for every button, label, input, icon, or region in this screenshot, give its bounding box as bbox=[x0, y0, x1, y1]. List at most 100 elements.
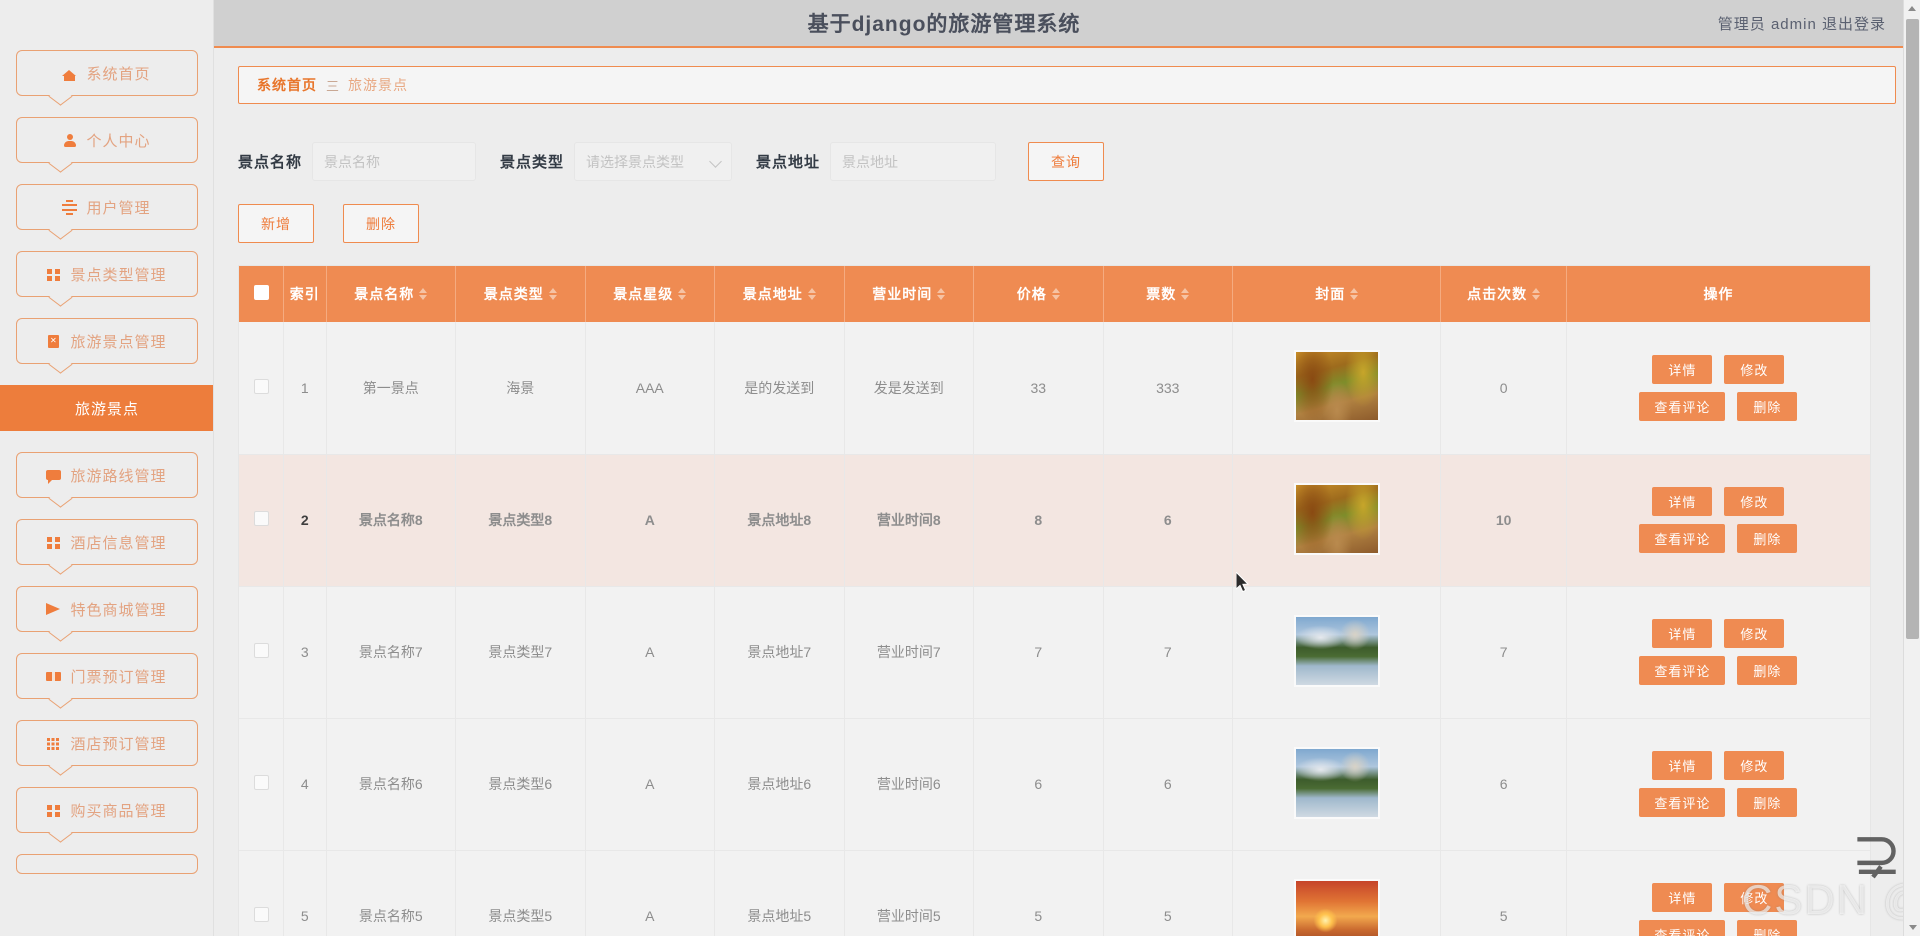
table-header: 索引 景点名称 景点类型 景点星级 景点地址 营业时间 价格 票数 封面 点击次… bbox=[239, 266, 1870, 322]
column-tickets[interactable]: 票数 bbox=[1103, 266, 1233, 322]
view-comments-button[interactable]: 查看评论 bbox=[1639, 524, 1726, 553]
column-name[interactable]: 景点名称 bbox=[326, 266, 456, 322]
cover-thumbnail[interactable] bbox=[1293, 614, 1380, 687]
cell-tickets: 7 bbox=[1103, 586, 1233, 719]
sidebar-item-spots-active[interactable]: 旅游景点 bbox=[0, 385, 213, 431]
sort-icon[interactable] bbox=[807, 288, 816, 300]
column-hours[interactable]: 营业时间 bbox=[844, 266, 974, 322]
spot-type-select[interactable]: 请选择景点类型 bbox=[574, 142, 733, 181]
row-select-cell bbox=[239, 454, 285, 587]
edit-button[interactable]: 修改 bbox=[1724, 354, 1785, 384]
delete-row-button[interactable]: 删除 bbox=[1737, 656, 1798, 685]
table-row[interactable]: 1 第一景点 海景 AAA 是的发送到 发是发送到 33 333 0 详情 修改 查看评论 删除 bbox=[239, 322, 1870, 455]
sidebar-item-spot-type-management[interactable]: 景点类型管理 bbox=[15, 251, 198, 297]
query-button[interactable]: 查询 bbox=[1028, 142, 1105, 181]
logout-button[interactable]: 退出登录 bbox=[1822, 16, 1886, 33]
delete-row-button[interactable]: 删除 bbox=[1737, 524, 1798, 553]
table-row[interactable]: 4 景点名称6 景点类型6 A 景点地址6 营业时间6 6 6 6 详情 修改 查看评论 删除 bbox=[239, 718, 1870, 851]
cover-thumbnail[interactable] bbox=[1293, 482, 1380, 555]
row-checkbox[interactable] bbox=[253, 775, 269, 790]
table-row[interactable]: 2 景点名称8 景点类型8 A 景点地址8 营业时间8 8 6 10 详情 修改 查看评论 删除 bbox=[239, 454, 1870, 587]
edit-button[interactable]: 修改 bbox=[1724, 487, 1785, 516]
sort-icon[interactable] bbox=[937, 288, 946, 300]
grid9-icon bbox=[46, 736, 61, 751]
detail-button[interactable]: 详情 bbox=[1652, 354, 1713, 384]
delete-row-button[interactable]: 删除 bbox=[1737, 920, 1798, 936]
row-select-cell bbox=[239, 718, 285, 851]
select-all-header bbox=[239, 266, 285, 322]
cell-operations: 详情 修改查看评论 删除 bbox=[1566, 454, 1870, 587]
sort-icon[interactable] bbox=[1350, 288, 1359, 300]
sidebar-item-next-partial[interactable] bbox=[15, 854, 198, 874]
detail-button[interactable]: 详情 bbox=[1652, 883, 1713, 912]
add-button[interactable]: 新增 bbox=[238, 204, 314, 243]
sort-icon[interactable] bbox=[678, 288, 687, 300]
sort-icon[interactable] bbox=[548, 288, 557, 300]
cell-tickets: 5 bbox=[1103, 850, 1233, 936]
column-cover[interactable]: 封面 bbox=[1232, 266, 1442, 322]
sidebar-item-hotel-info-management[interactable]: 酒店信息管理 bbox=[15, 519, 198, 565]
cover-thumbnail[interactable] bbox=[1293, 746, 1380, 819]
spot-type-label: 景点类型 bbox=[500, 154, 565, 171]
sidebar-item-profile[interactable]: 个人中心 bbox=[15, 117, 198, 163]
column-type[interactable]: 景点类型 bbox=[455, 266, 586, 322]
delete-row-button[interactable]: 删除 bbox=[1737, 788, 1798, 817]
edit-button[interactable]: 修改 bbox=[1724, 883, 1785, 912]
column-label: 景点类型 bbox=[483, 286, 544, 302]
sidebar-item-user-management[interactable]: 用户管理 bbox=[15, 184, 198, 230]
cell-operations: 详情 修改查看评论 删除 bbox=[1566, 718, 1870, 851]
detail-button[interactable]: 详情 bbox=[1652, 487, 1713, 516]
delete-button[interactable]: 删除 bbox=[343, 204, 419, 243]
sidebar-item-route-management[interactable]: 旅游路线管理 bbox=[15, 452, 198, 498]
sidebar-item-hotel-booking-management[interactable]: 酒店预订管理 bbox=[15, 720, 198, 766]
sidebar-item-home[interactable]: 系统首页 bbox=[15, 50, 198, 96]
spot-address-input[interactable] bbox=[830, 142, 997, 181]
sidebar-item-label: 购买商品管理 bbox=[70, 802, 167, 820]
cell-type: 景点类型7 bbox=[455, 586, 586, 719]
select-all-checkbox[interactable] bbox=[253, 285, 269, 300]
delete-row-button[interactable]: 删除 bbox=[1737, 391, 1798, 421]
row-checkbox[interactable] bbox=[253, 511, 269, 526]
row-checkbox[interactable] bbox=[253, 907, 269, 922]
sort-icon[interactable] bbox=[1181, 288, 1190, 300]
spot-name-input[interactable] bbox=[312, 142, 477, 181]
view-comments-button[interactable]: 查看评论 bbox=[1639, 391, 1726, 421]
scrollbar-thumb[interactable] bbox=[1906, 19, 1919, 639]
cell-hours: 营业时间5 bbox=[844, 850, 974, 936]
chevron-down-icon bbox=[709, 155, 722, 168]
row-checkbox[interactable] bbox=[253, 643, 269, 658]
sort-icon[interactable] bbox=[1051, 288, 1060, 300]
column-address[interactable]: 景点地址 bbox=[714, 266, 845, 322]
grid-icon bbox=[46, 267, 61, 282]
sidebar-item-spot-management[interactable]: 旅游景点管理 bbox=[15, 318, 198, 364]
sort-icon[interactable] bbox=[419, 288, 428, 300]
scroll-up-arrow-icon[interactable] bbox=[1904, 0, 1920, 17]
cover-thumbnail[interactable] bbox=[1293, 878, 1380, 936]
detail-button[interactable]: 详情 bbox=[1652, 619, 1713, 648]
scroll-down-arrow-icon[interactable] bbox=[1904, 919, 1920, 936]
sidebar-item-ticket-booking-management[interactable]: 门票预订管理 bbox=[15, 653, 198, 699]
row-checkbox[interactable] bbox=[253, 378, 269, 394]
view-comments-button[interactable]: 查看评论 bbox=[1639, 656, 1726, 685]
column-star[interactable]: 景点星级 bbox=[585, 266, 715, 322]
table-row[interactable]: 3 景点名称7 景点类型7 A 景点地址7 营业时间7 7 7 7 详情 修改 查看评论 删除 bbox=[239, 586, 1870, 719]
sort-icon[interactable] bbox=[1532, 288, 1541, 300]
row-action-group: 详情 修改查看评论 删除 bbox=[1611, 619, 1825, 685]
edit-button[interactable]: 修改 bbox=[1724, 751, 1785, 780]
vertical-scrollbar[interactable] bbox=[1903, 0, 1920, 936]
edit-button[interactable]: 修改 bbox=[1724, 619, 1785, 648]
column-clicks[interactable]: 点击次数 bbox=[1440, 266, 1567, 322]
view-comments-button[interactable]: 查看评论 bbox=[1639, 788, 1726, 817]
cell-cover bbox=[1232, 322, 1442, 455]
sidebar-item-purchase-management[interactable]: 购买商品管理 bbox=[15, 787, 198, 833]
sidebar-item-shop-management[interactable]: 特色商城管理 bbox=[15, 586, 198, 632]
detail-button[interactable]: 详情 bbox=[1652, 751, 1713, 780]
breadcrumb-home-link[interactable]: 系统首页 bbox=[257, 75, 317, 95]
cover-thumbnail[interactable] bbox=[1293, 350, 1380, 423]
column-label: 点击次数 bbox=[1467, 286, 1528, 302]
view-comments-button[interactable]: 查看评论 bbox=[1639, 920, 1726, 936]
user-role-label: 管理员 bbox=[1717, 15, 1766, 33]
column-price[interactable]: 价格 bbox=[973, 266, 1104, 322]
table-row[interactable]: 5 景点名称5 景点类型5 A 景点地址5 营业时间5 5 5 5 详情 修改 查看评论 删除 bbox=[239, 850, 1870, 936]
spot-type-select-value: 请选择景点类型 bbox=[586, 153, 685, 170]
